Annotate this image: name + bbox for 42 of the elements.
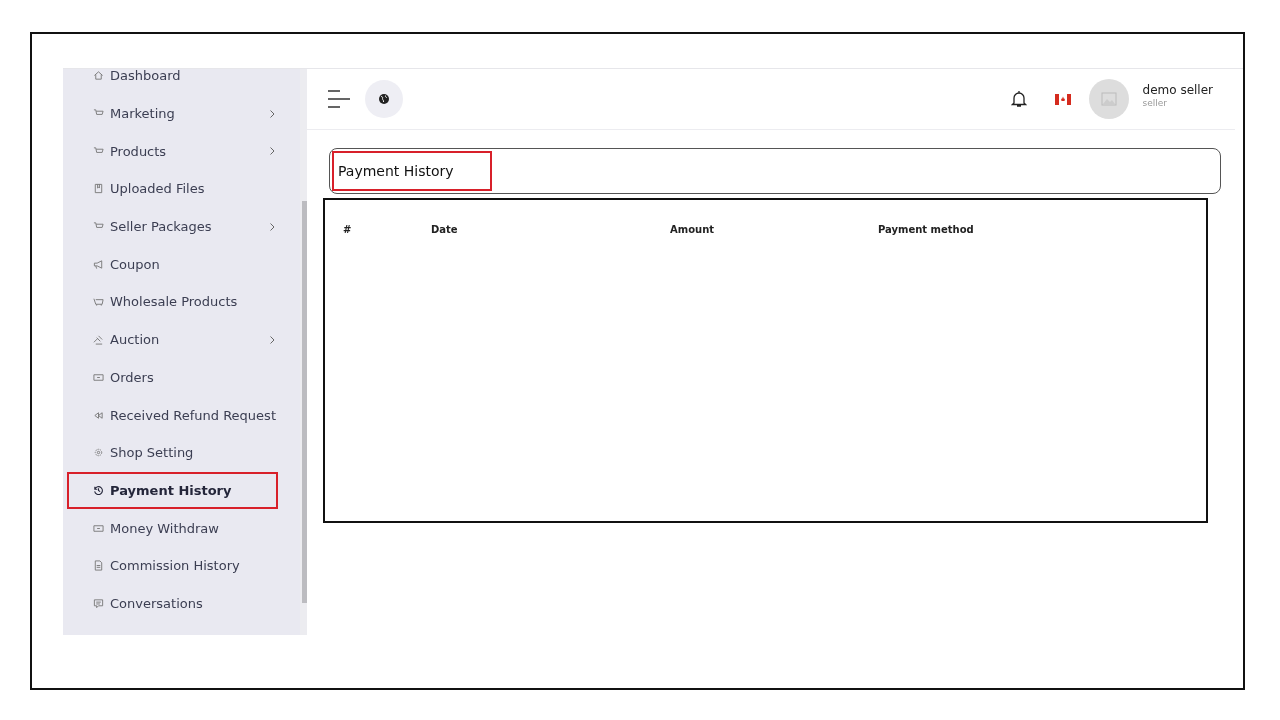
sidebar-item[interactable]: Coupon: [67, 245, 278, 284]
sidebar-item[interactable]: Uploaded Files: [67, 170, 278, 208]
column-header: Date: [431, 224, 459, 235]
chevron-icon: [268, 108, 276, 119]
globe-icon: [378, 93, 390, 105]
card-icon: [93, 371, 104, 383]
sidebar-item[interactable]: Commission History: [67, 546, 278, 585]
doc-icon: [93, 560, 104, 572]
rewind-icon: [93, 409, 104, 421]
menu-icon[interactable]: [327, 89, 351, 109]
column-header: Payment method: [878, 224, 975, 235]
sidebar-item[interactable]: Dashboard: [67, 57, 278, 95]
user-role: seller: [1142, 97, 1168, 108]
globe-button[interactable]: [365, 80, 403, 118]
chevron-icon: [268, 221, 276, 232]
history-icon: [93, 484, 104, 496]
sidebar-item[interactable]: Shop Setting: [67, 433, 278, 472]
sidebar-item[interactable]: Seller Packages: [67, 207, 278, 246]
cash-icon: [93, 522, 104, 534]
sidebar-item[interactable]: Received Refund Request: [67, 396, 278, 434]
bell-icon[interactable]: [1010, 90, 1027, 108]
sidebar-item[interactable]: Auction: [67, 320, 278, 359]
sidebar-item[interactable]: Money Withdraw: [67, 509, 278, 547]
column-header: Amount: [670, 224, 716, 235]
chevron-icon: [268, 334, 276, 345]
sidebar-item[interactable]: Marketing: [67, 94, 278, 133]
user-name: demo seller: [1142, 82, 1213, 97]
sidebar-item[interactable]: Orders: [67, 358, 278, 397]
chevron-icon: [268, 146, 276, 157]
sidebar-item[interactable]: Conversations: [67, 584, 278, 623]
file-icon: [93, 183, 104, 195]
chat-icon: [93, 597, 104, 609]
home-icon: [93, 70, 104, 82]
sidebar-item[interactable]: Payment History: [67, 471, 278, 510]
page-title: Payment History: [332, 151, 492, 191]
sidebar-item[interactable]: Wholesale Products: [67, 283, 278, 321]
megaphone-icon: [93, 258, 104, 270]
image-icon: [1100, 92, 1117, 106]
sidebar-item[interactable]: Products: [67, 132, 278, 171]
column-header: #: [343, 224, 353, 235]
flag-icon[interactable]: [1054, 93, 1071, 105]
gear-icon: [93, 447, 104, 459]
